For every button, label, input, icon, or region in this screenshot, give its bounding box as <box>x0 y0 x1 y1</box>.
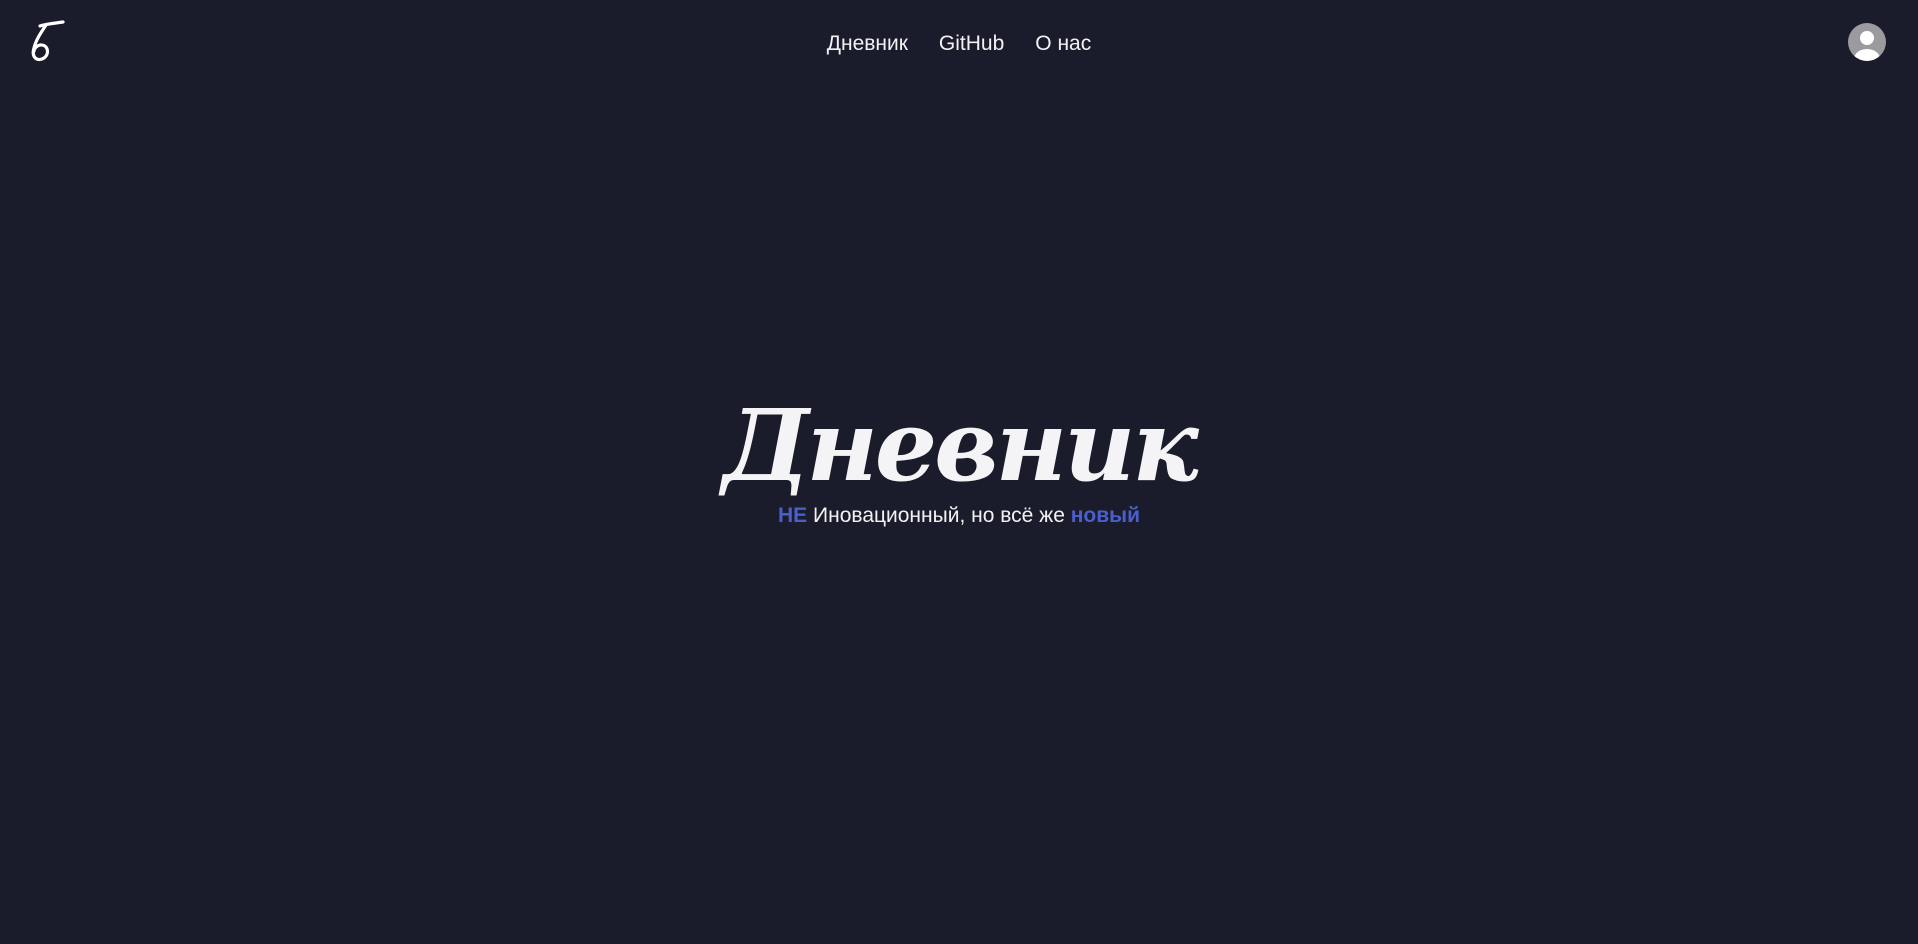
subtitle-accent-new: новый <box>1070 504 1140 527</box>
hero: Дневник НЕ Иновационный, но всё же новый <box>0 392 1918 530</box>
main-nav: Дневник GitHub О нас <box>827 30 1091 58</box>
nav-link-about[interactable]: О нас <box>1035 30 1091 58</box>
subtitle-accent-not: НЕ <box>778 504 808 527</box>
hero-subtitle: НЕ Иновационный, но всё же новый <box>0 502 1918 530</box>
hero-title: Дневник <box>722 389 1198 504</box>
nav-link-diary[interactable]: Дневник <box>827 30 908 58</box>
user-avatar-icon[interactable] <box>1848 23 1886 61</box>
subtitle-middle: Иновационный, но всё же <box>807 504 1071 527</box>
logo-icon[interactable] <box>26 20 66 64</box>
page: Дневник GitHub О нас Дневник НЕ Иновацио… <box>0 0 1918 944</box>
nav-link-github[interactable]: GitHub <box>939 30 1004 58</box>
